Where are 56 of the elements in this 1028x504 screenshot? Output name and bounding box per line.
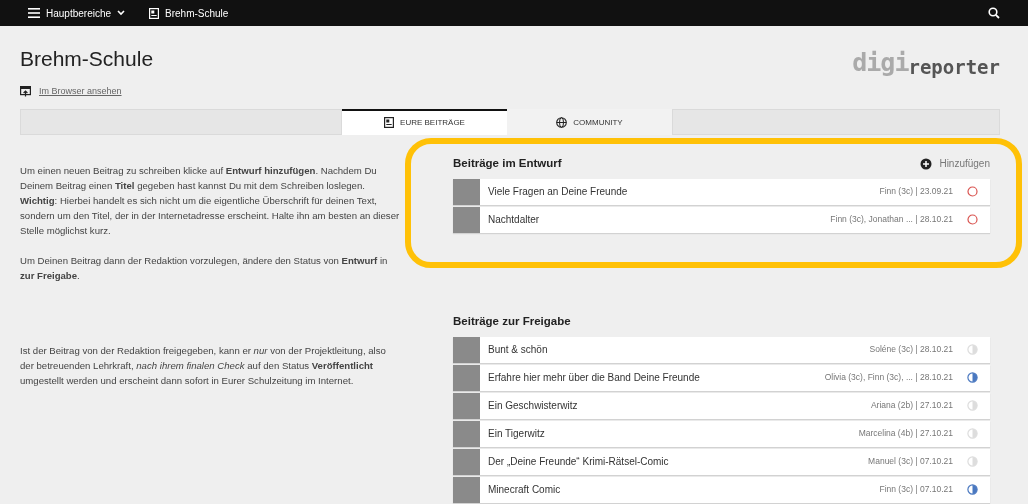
post-title: Minecraft Comic [488,483,562,498]
post-row[interactable]: Der „Deine Freunde“ Krimi-Rätsel-Comic Manuel (3c) | 07.10.21 [453,448,990,475]
post-row[interactable]: Ein Tigerwitz Marcelina (4b) | 27.10.21 [453,420,990,447]
post-meta: Soléne (3c) | 28.10.21 [869,343,953,357]
empty-circle-icon[interactable] [967,186,978,198]
half-circle-icon[interactable] [967,372,978,384]
info-paragraph: Um Deinen Beitrag dann der Redaktion vorzulegen, ändere den Status von Entwurf in zur Freigabe. [20,253,389,283]
post-meta: Olivia (3c), Finn (3c), ... | 28.10.21 [824,371,953,385]
view-in-browser-link[interactable]: Im Browser ansehen [39,85,122,99]
post-title: Erfahre hier mehr über die Band Deine Freunde [488,371,701,386]
photo-placeholder [453,178,480,205]
post-row[interactable]: Bunt & schön Soléne (3c) | 28.10.21 [453,336,990,363]
post-row[interactable]: Erfahre hier mehr über die Band Deine Freunde Olivia (3c), Finn (3c), ... | 28.10.21 [453,364,990,391]
post-row[interactable]: Viele Fragen an Deine Freunde Finn (3c) | 23.09.21 [453,178,990,205]
search-icon[interactable] [988,7,1000,19]
plus-circle-icon [920,157,933,170]
section-heading: Beiträge im Entwurf [453,156,562,172]
post-title: Der „Deine Freunde“ Krimi-Rätsel-Comic [488,455,670,470]
photo-placeholder [453,420,480,447]
post-row[interactable]: Minecraft Comic Finn (3c) | 07.10.21 [453,476,990,503]
section-heading: Beiträge zur Freigabe [453,314,571,330]
post-meta: Finn (3c) | 23.09.21 [879,185,953,199]
post-title: Nachtdalter [488,213,541,228]
school-link[interactable]: Brehm-Schule [149,5,229,21]
add-button[interactable]: Hinzufügen [920,156,990,172]
info-paragraph: Ist der Beitrag von der Redaktion freigegeben, kann er nur von der Projektleitung, also der betreuenden Lehrkraft, nach ihrem finalen Check auf den Status Veröffentlicht umgestellt werden und erscheint dann sofort in Eurer Schulzeitung im Internet. [20,343,387,388]
post-title: Ein Geschwisterwitz [488,399,579,414]
page-title: Brehm-Schule [20,46,154,72]
post-title: Bunt & schön [488,343,549,358]
chevron-down-icon [117,10,126,16]
empty-circle-icon[interactable] [967,214,978,226]
newspaper-icon [384,117,395,129]
post-title: Ein Tigerwitz [488,427,546,442]
post-row[interactable]: Nachtdalter Finn (3c), Jonathan ... | 28.10.21 [453,206,990,233]
post-row[interactable]: Ein Geschwisterwitz Ariana (2b) | 27.10.21 [453,392,990,419]
photo-placeholder [453,206,480,233]
digireporter-logo: digireporter [852,47,1000,80]
post-meta: Finn (3c), Jonathan ... | 28.10.21 [830,213,953,227]
main-menu-button[interactable]: Hauptbereiche [28,5,126,21]
globe-icon [556,117,568,129]
browser-window-icon [20,86,31,98]
post-title: Viele Fragen an Deine Freunde [488,185,629,200]
tab[interactable]: EURE BEITRÄGE [342,108,507,135]
newspaper-icon [149,7,160,19]
photo-placeholder [453,364,480,391]
info-paragraph: Um einen neuen Beitrag zu schreiben klicke auf Entwurf hinzufügen. Nachdem Du Deinem Beitrag einen Titel gegeben hast kannst Du mit dem Schreiben loslegen. Wichtig: Hierbei handelt es sich nicht um die eigentliche Überschrift für deinen Text, sondern um den Titel, der in der Internetadresse erscheint. Halte ihn am besten an dieser Stelle möglichst kurz. [20,163,400,238]
post-meta: Ariana (2b) | 27.10.21 [870,399,953,413]
photo-placeholder [453,392,480,419]
photo-placeholder [453,448,480,475]
post-meta: Finn (3c) | 07.10.21 [879,483,953,497]
post-meta: Manuel (3c) | 07.10.21 [868,455,953,469]
menu-icon [28,8,40,18]
post-meta: Marcelina (4b) | 27.10.21 [858,427,953,441]
half-circle-icon[interactable] [967,484,978,496]
photo-placeholder [453,336,480,363]
photo-placeholder [453,476,480,503]
